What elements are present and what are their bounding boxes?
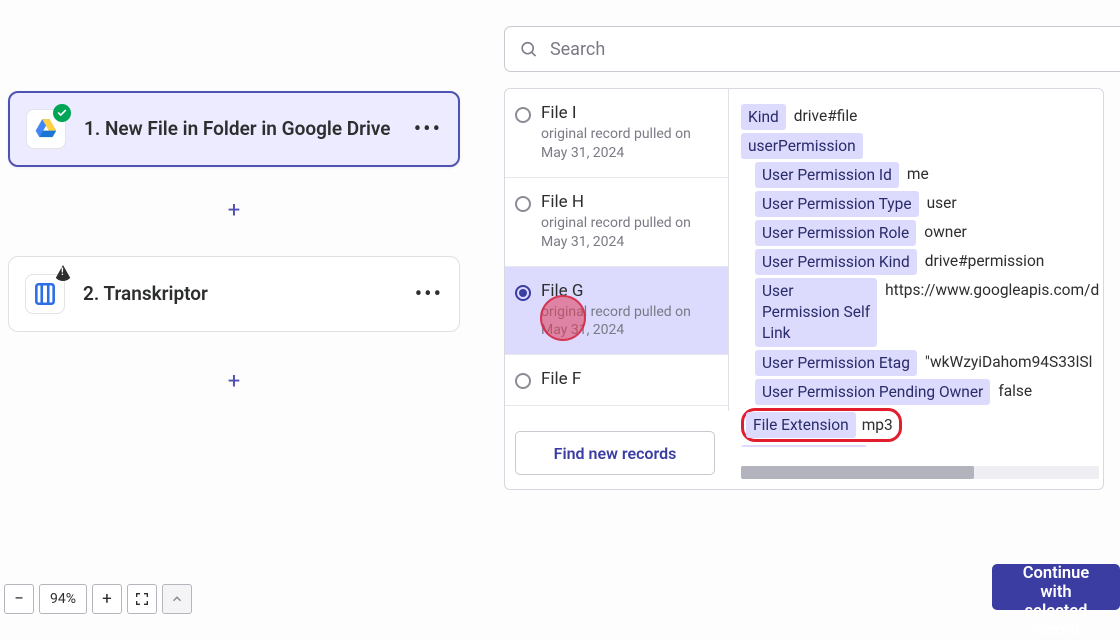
record-properties: Kind drive#file userPermission User Permi… <box>741 97 1104 447</box>
find-new-records-button[interactable]: Find new records <box>515 431 715 475</box>
prop-key: Md 5 Checksum <box>741 445 867 447</box>
prop-value: drive#permission <box>925 249 1045 273</box>
prop-key: User Permission Id <box>755 162 899 188</box>
collapse-button[interactable] <box>162 584 192 614</box>
record-title: File G <box>541 281 716 301</box>
radio-icon[interactable] <box>515 373 531 389</box>
step-title: 2. Transkriptor <box>83 282 208 307</box>
step-title: 1. New File in Folder in Google Drive <box>84 117 391 142</box>
radio-icon[interactable] <box>515 107 531 123</box>
record-title: File H <box>541 192 716 212</box>
record-item[interactable]: File F <box>505 355 728 406</box>
radio-icon[interactable] <box>515 196 531 212</box>
prop-value: "wkWzyiDahom94S33lSl <box>925 350 1092 374</box>
prop-key: User Permission Role <box>755 220 916 246</box>
step-card-google-drive[interactable]: 1. New File in Folder in Google Drive ••… <box>8 91 460 167</box>
fit-to-screen-button[interactable] <box>127 584 157 614</box>
highlighted-property: File Extension mp3 <box>741 408 902 442</box>
prop-key-selflink: User Permission Self Link <box>755 278 877 347</box>
prop-value: owner <box>924 220 967 244</box>
search-icon <box>519 39 538 59</box>
search-field[interactable] <box>504 26 1120 72</box>
add-step-button[interactable]: + <box>223 370 245 392</box>
check-badge-icon <box>53 104 71 122</box>
record-item[interactable]: File I original record pulled on May 31,… <box>505 89 728 178</box>
prop-value: me <box>907 162 929 186</box>
record-item[interactable]: File H original record pulled on May 31,… <box>505 178 728 267</box>
prop-value: false <box>998 379 1032 403</box>
step-menu-button[interactable]: ••• <box>414 117 442 142</box>
prop-value: 394c744f8dfde1371b79ca2382 <box>875 445 1093 447</box>
record-subtitle: original record pulled on May 31, 2024 <box>541 303 716 341</box>
warning-badge-icon <box>54 265 72 281</box>
scrollbar-thumb[interactable] <box>741 466 974 479</box>
prop-key: User Permission Pending Owner <box>755 379 990 405</box>
prop-key: User Permission Kind <box>755 249 917 275</box>
add-step-button[interactable]: + <box>223 199 245 221</box>
record-item[interactable]: File G original record pulled on May 31,… <box>505 267 728 356</box>
prop-key: User Permission Etag <box>755 350 917 376</box>
prop-value: https://www.googleapis.com/d <box>885 278 1099 302</box>
prop-key-kind: Kind <box>741 104 786 130</box>
record-title: File I <box>541 103 716 123</box>
search-input[interactable] <box>550 39 1106 60</box>
zoom-in-button[interactable]: + <box>92 584 122 614</box>
workflow-canvas: 1. New File in Folder in Google Drive ••… <box>0 0 488 626</box>
prop-key-userpermission: userPermission <box>741 133 863 159</box>
record-subtitle: original record pulled on May 31, 2024 <box>541 125 716 163</box>
transkriptor-icon <box>25 274 65 314</box>
prop-value: drive#file <box>794 104 858 128</box>
zoom-value[interactable]: 94% <box>39 584 87 614</box>
radio-icon[interactable] <box>515 285 531 301</box>
record-title: File F <box>541 369 581 389</box>
record-picker-pane: File I original record pulled on May 31,… <box>488 0 1120 626</box>
prop-key: User Permission Type <box>755 191 919 217</box>
step-card-transkriptor[interactable]: 2. Transkriptor ••• <box>8 256 460 332</box>
continue-button[interactable]: Continue with selected record <box>992 564 1120 610</box>
records-panel: File I original record pulled on May 31,… <box>504 88 1104 490</box>
zoom-controls: − 94% + <box>4 584 192 614</box>
prop-value: user <box>927 191 957 215</box>
step-menu-button[interactable]: ••• <box>415 282 443 307</box>
prop-key-file-extension: File Extension <box>746 412 856 438</box>
prop-value: mp3 <box>862 413 893 437</box>
google-drive-icon <box>26 109 66 149</box>
zoom-out-button[interactable]: − <box>4 584 34 614</box>
record-list[interactable]: File I original record pulled on May 31,… <box>505 89 729 411</box>
record-subtitle: original record pulled on May 31, 2024 <box>541 214 716 252</box>
horizontal-scrollbar[interactable] <box>741 466 1099 479</box>
